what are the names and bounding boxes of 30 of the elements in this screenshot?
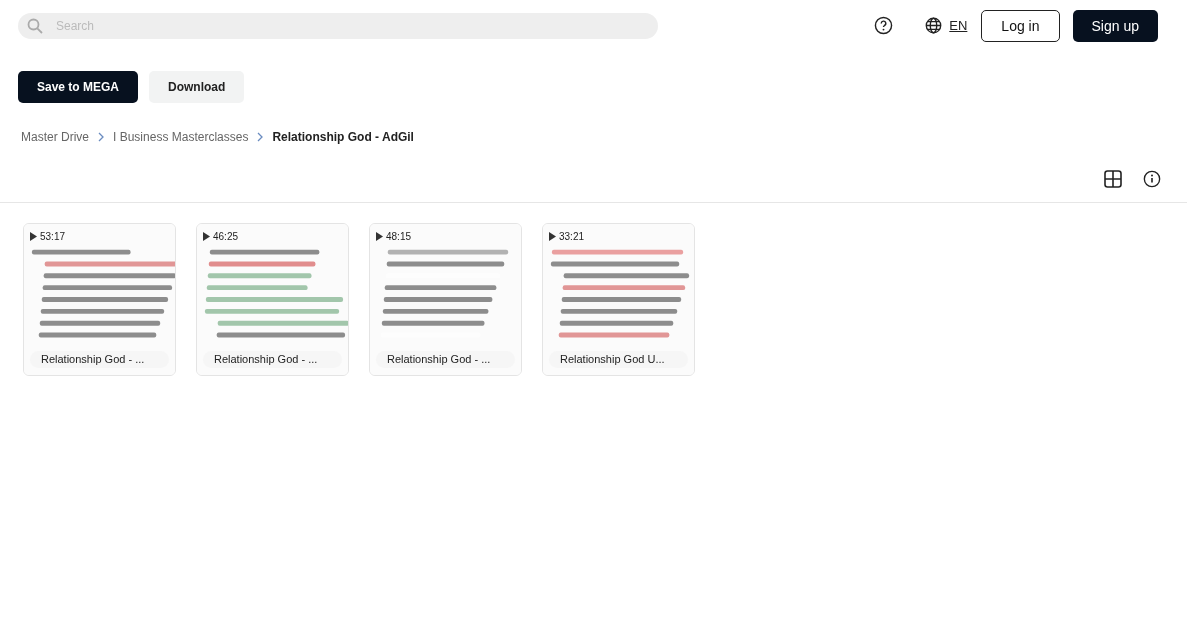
language-link[interactable]: EN	[949, 18, 968, 33]
file-name: Relationship God U...	[549, 351, 688, 368]
download-button[interactable]: Download	[149, 71, 245, 103]
play-icon	[203, 232, 210, 241]
breadcrumb-link[interactable]: I Business Masterclasses	[113, 130, 249, 144]
video-card[interactable]: 53:17 Relationship God - ...	[23, 223, 176, 376]
video-card[interactable]: 48:15 Relationship God - ...	[369, 223, 522, 376]
signup-button[interactable]: Sign up	[1072, 9, 1158, 42]
login-button[interactable]: Log in	[981, 9, 1060, 42]
video-card[interactable]: 33:21 Relationship God U...	[542, 223, 695, 376]
file-name: Relationship God - ...	[376, 351, 515, 368]
video-duration: 53:17	[40, 231, 66, 242]
play-icon	[376, 232, 383, 241]
help-icon[interactable]	[874, 16, 894, 35]
chevron-icon	[257, 132, 264, 142]
file-name: Relationship God - ...	[30, 351, 169, 368]
play-icon	[30, 232, 37, 241]
chevron-icon	[98, 132, 104, 142]
video-duration: 46:25	[213, 231, 239, 242]
breadcrumb-link[interactable]: Master Drive	[21, 130, 89, 144]
save-button[interactable]: Save to MEGA	[18, 71, 139, 103]
video-card[interactable]: 46:25 Relationship God - ...	[196, 223, 349, 376]
info-icon[interactable]	[1143, 170, 1161, 188]
video-duration: 48:15	[386, 231, 412, 242]
breadcrumb-link[interactable]: Relationship God - AdGil	[272, 130, 414, 144]
globe-icon[interactable]	[925, 17, 943, 34]
grid-view-icon[interactable]	[1104, 170, 1122, 188]
file-name: Relationship God - ...	[203, 351, 342, 368]
video-duration: 33:21	[559, 231, 585, 242]
play-icon	[549, 232, 556, 241]
